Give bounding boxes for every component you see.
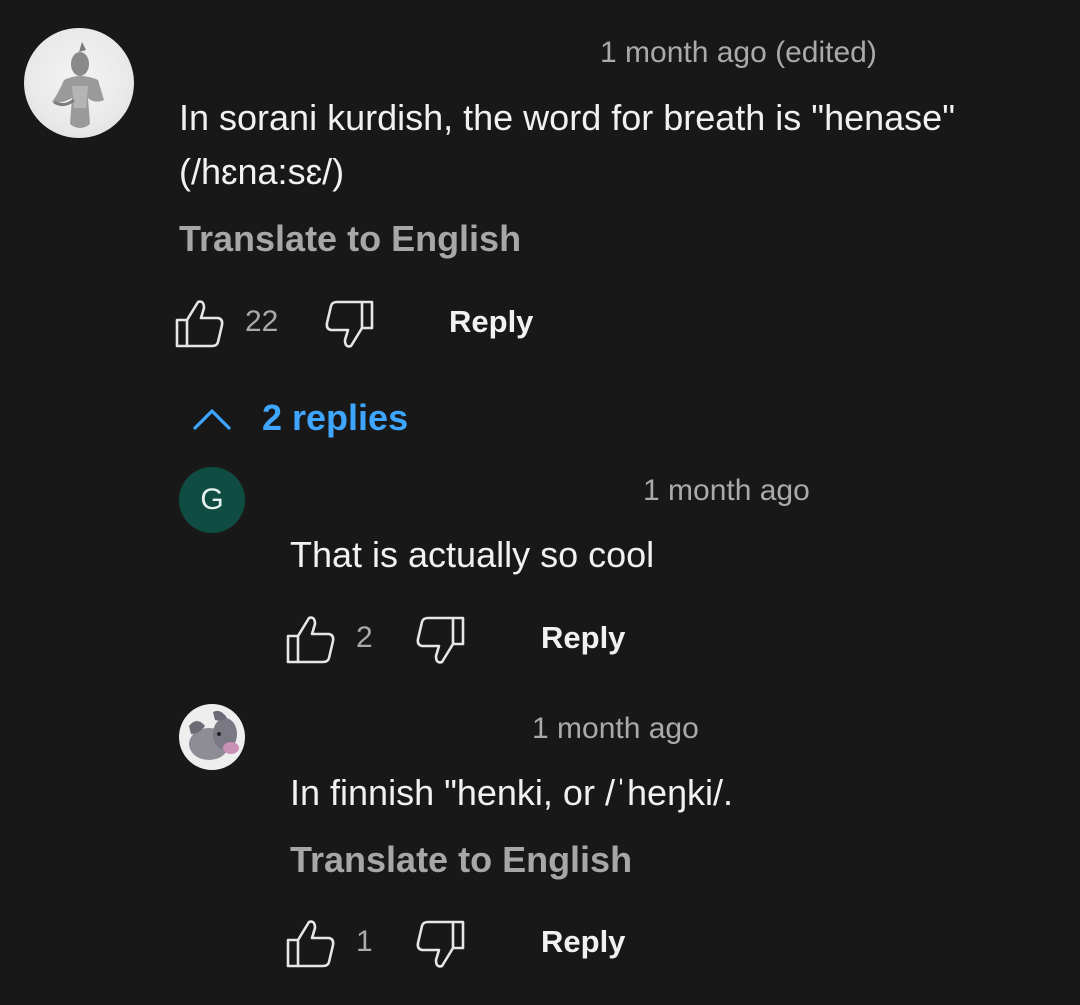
reply-timestamp: 1 month ago [643,474,810,507]
comment-text-line-2: (/hɛna:sɛ/) [179,151,345,192]
dislike-button[interactable] [414,918,466,970]
thumbs-up-icon [285,918,337,970]
like-count: 1 [356,925,373,958]
reply-button[interactable]: Reply [541,924,625,960]
thumbs-down-icon [414,614,466,666]
like-button[interactable] [285,918,337,970]
like-button[interactable] [285,614,337,666]
commenter-avatar[interactable] [24,28,134,138]
reply-button[interactable]: Reply [449,304,533,340]
reply-timestamp: 1 month ago [532,712,699,745]
thumbs-up-icon [174,298,226,350]
like-count: 22 [245,305,279,338]
translate-button[interactable]: Translate to English [179,218,521,260]
replies-toggle-label: 2 replies [262,397,409,438]
chevron-up-icon [190,396,234,440]
dislike-button[interactable] [414,614,466,666]
like-button[interactable] [174,298,226,350]
comment-timestamp: 1 month ago (edited) [600,36,877,69]
reply-avatar[interactable]: G [179,467,245,533]
reply-text: In finnish "henki, or /ˈheŋki/. [290,772,734,813]
translate-button[interactable]: Translate to English [290,839,632,881]
reply-button[interactable]: Reply [541,620,625,656]
like-count: 2 [356,621,373,654]
thumbs-up-icon [285,614,337,666]
replies-toggle[interactable]: 2 replies [190,396,408,440]
thumbs-down-icon [323,298,375,350]
thumbs-down-icon [414,918,466,970]
comment-text-line-1: In sorani kurdish, the word for breath i… [179,97,955,138]
dislike-button[interactable] [323,298,375,350]
avatar-letter: G [200,483,224,516]
reply-text: That is actually so cool [290,534,655,575]
reply-avatar[interactable] [179,704,245,770]
